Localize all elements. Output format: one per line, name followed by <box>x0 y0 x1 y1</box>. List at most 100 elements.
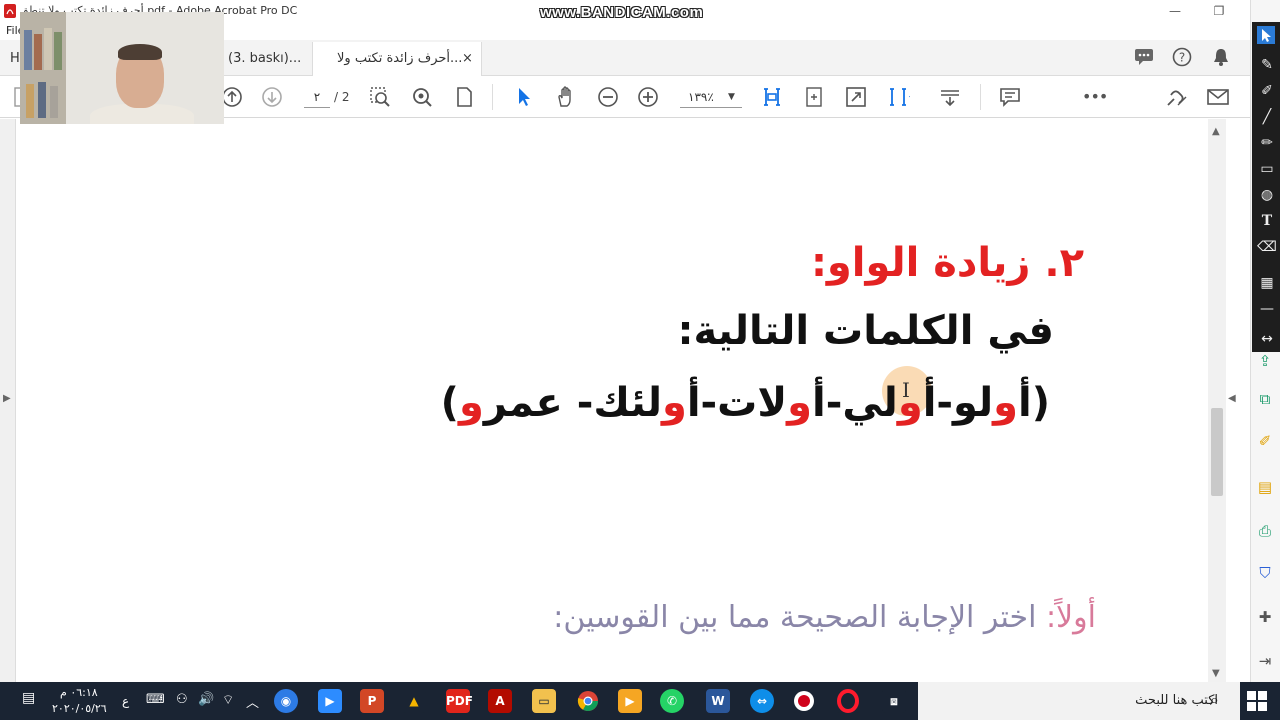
app-file-explorer-icon[interactable]: ▭ <box>532 689 556 713</box>
acrobat-logo-icon <box>4 4 16 18</box>
annot-whiteboard-icon[interactable]: ▦ <box>1256 272 1278 294</box>
scroll-mode-icon[interactable] <box>760 85 784 109</box>
app-powerpoint-icon[interactable]: P <box>360 689 384 713</box>
person-hair <box>118 44 162 60</box>
app-pdf-reader-icon[interactable]: PDF <box>446 689 473 713</box>
webcam-overlay <box>20 12 224 124</box>
comment-icon[interactable] <box>998 85 1022 109</box>
create-pdf-icon[interactable]: ⧉ <box>1254 388 1276 410</box>
section-heading: ٢. زيادة الواو: <box>810 240 1084 286</box>
tab-close-icon[interactable]: × <box>462 42 473 76</box>
tab-document-active[interactable]: أحرف زائدة تكتب ولا... <box>312 42 482 76</box>
word-segment: لئك- عمر <box>483 380 662 426</box>
notification-center-icon[interactable]: ▤ <box>22 690 40 708</box>
example-words: (أولو-أولي-أولات-أولئك- عمرو) <box>441 380 1050 426</box>
page-number-input[interactable]: ٢ <box>304 86 330 108</box>
tab-document-1[interactable]: (3. baskı)... <box>228 42 301 76</box>
task-view-icon[interactable]: ⧈ <box>882 689 906 713</box>
email-icon[interactable] <box>1206 85 1230 109</box>
windows-start-icon[interactable] <box>1246 690 1268 712</box>
help-icon[interactable]: ? <box>1172 47 1192 67</box>
annot-highlighter-icon[interactable]: ✐ <box>1256 80 1278 102</box>
app-zoom-icon[interactable]: ▶ <box>318 689 342 713</box>
app-teamviewer-blue-icon[interactable]: ◉ <box>274 689 298 713</box>
annot-pointer-icon[interactable] <box>1257 26 1275 44</box>
word-segment: (أ <box>1018 380 1050 426</box>
annot-text-icon[interactable]: T <box>1256 210 1278 232</box>
comment-bubble-icon[interactable] <box>1134 48 1154 66</box>
search-icon[interactable]: ⌕ <box>1210 690 1219 710</box>
app-whatsapp-icon[interactable]: ✆ <box>660 689 684 713</box>
fit-page-icon[interactable] <box>452 85 476 109</box>
annot-eraser-icon[interactable]: ⌫ <box>1256 236 1278 258</box>
collapse-tools-icon[interactable]: ⇥ <box>1254 650 1276 672</box>
expand-left-panel-icon[interactable]: ▶ <box>3 393 11 404</box>
annot-marker-icon[interactable]: ✏ <box>1256 132 1278 154</box>
zoom-out-icon[interactable] <box>596 85 620 109</box>
scroll-up-icon[interactable]: ▲ <box>1212 126 1220 137</box>
annot-palette-icon[interactable]: ◍ <box>1256 184 1278 206</box>
app-acrobat-icon[interactable]: A <box>488 689 512 713</box>
marquee-zoom-icon[interactable] <box>368 85 392 109</box>
scroll-down-icon[interactable]: ▼ <box>1212 668 1220 679</box>
protect-icon[interactable]: ⛉ <box>1254 562 1276 584</box>
clock-time[interactable]: ٠٦:١٨ م <box>60 686 98 699</box>
zoom-in-icon[interactable] <box>636 85 660 109</box>
keyboard-icon[interactable]: ⌨ <box>146 692 165 707</box>
scrollbar-thumb[interactable] <box>1211 408 1223 496</box>
annot-collapse-icon[interactable]: ↔ <box>1256 328 1278 350</box>
minimize-button[interactable]: — <box>1160 2 1190 20</box>
export-pdf-icon[interactable]: ⇪ <box>1254 350 1276 372</box>
app-word-icon[interactable]: W <box>706 689 730 713</box>
more-tools-button[interactable]: ••• <box>1082 87 1108 106</box>
share-link-icon[interactable] <box>1164 85 1188 109</box>
edit-pdf-icon[interactable]: ✐ <box>1254 430 1276 452</box>
app-opera-icon[interactable] <box>836 689 860 713</box>
read-mode-icon[interactable] <box>938 85 962 109</box>
zoom-dropdown-chevron-icon[interactable]: ▼ <box>728 92 735 102</box>
toolbar-separator <box>980 84 981 110</box>
volume-icon[interactable]: 🔊 <box>198 692 214 707</box>
highlighted-letter: و <box>993 380 1018 426</box>
page-display-icon[interactable] <box>886 85 910 109</box>
select-cursor-icon[interactable] <box>512 85 536 109</box>
more-tools-icon[interactable]: ✚ <box>1254 606 1276 628</box>
language-indicator[interactable]: ع <box>122 694 129 708</box>
annot-line-icon[interactable]: ╱ <box>1256 106 1278 128</box>
comment-tool-icon[interactable]: ▤ <box>1254 476 1276 498</box>
organize-pages-icon[interactable]: ⎙ <box>1254 520 1276 542</box>
highlighted-letter: و <box>661 380 687 426</box>
question-label: أولاً: <box>1045 600 1096 635</box>
tab-home[interactable]: H <box>10 42 20 76</box>
annot-pen-icon[interactable]: ✎ <box>1256 54 1278 76</box>
app-bandicam-icon[interactable] <box>792 689 816 713</box>
clock-date[interactable]: ٢٠٢٠/٠٥/٢٦ <box>52 702 107 715</box>
zoom-search-icon[interactable] <box>410 85 434 109</box>
page-count: / 2 <box>334 90 350 104</box>
bookshelf <box>20 12 66 124</box>
highlighted-letter: و <box>787 380 813 426</box>
full-screen-icon[interactable] <box>844 85 868 109</box>
show-hidden-icons-chevron-icon[interactable]: ︿ <box>246 692 259 711</box>
toolbar-separator <box>492 84 493 110</box>
app-teamviewer-icon[interactable]: ⇔ <box>750 689 774 713</box>
restore-button[interactable]: ❐ <box>1204 2 1234 20</box>
app-chrome-icon[interactable] <box>576 689 600 713</box>
people-icon[interactable]: ⚇ <box>176 692 188 707</box>
annot-rectangle-icon[interactable]: ▭ <box>1256 158 1278 180</box>
hand-tool-icon[interactable] <box>554 85 578 109</box>
vertical-scrollbar[interactable] <box>1208 119 1226 682</box>
annot-lineweight-icon[interactable]: — <box>1256 298 1278 320</box>
rotate-page-icon[interactable] <box>802 85 826 109</box>
text-cursor-icon: I <box>902 378 910 402</box>
bandicam-watermark: www.BANDICAM.com <box>540 4 704 21</box>
next-page-icon[interactable] <box>260 85 284 109</box>
network-icon[interactable]: ⌔ <box>222 692 234 708</box>
highlighted-letter: و <box>458 380 484 426</box>
notification-bell-icon[interactable] <box>1212 47 1230 67</box>
word-segment: ) <box>440 380 459 426</box>
app-media-player-icon[interactable]: ▶ <box>618 689 642 713</box>
app-google-drive-icon[interactable]: ▲ <box>402 689 426 713</box>
taskbar-search-placeholder[interactable]: اكتب هنا للبحث <box>1135 693 1218 708</box>
collapse-right-panel-icon[interactable]: ◀ <box>1228 393 1236 404</box>
